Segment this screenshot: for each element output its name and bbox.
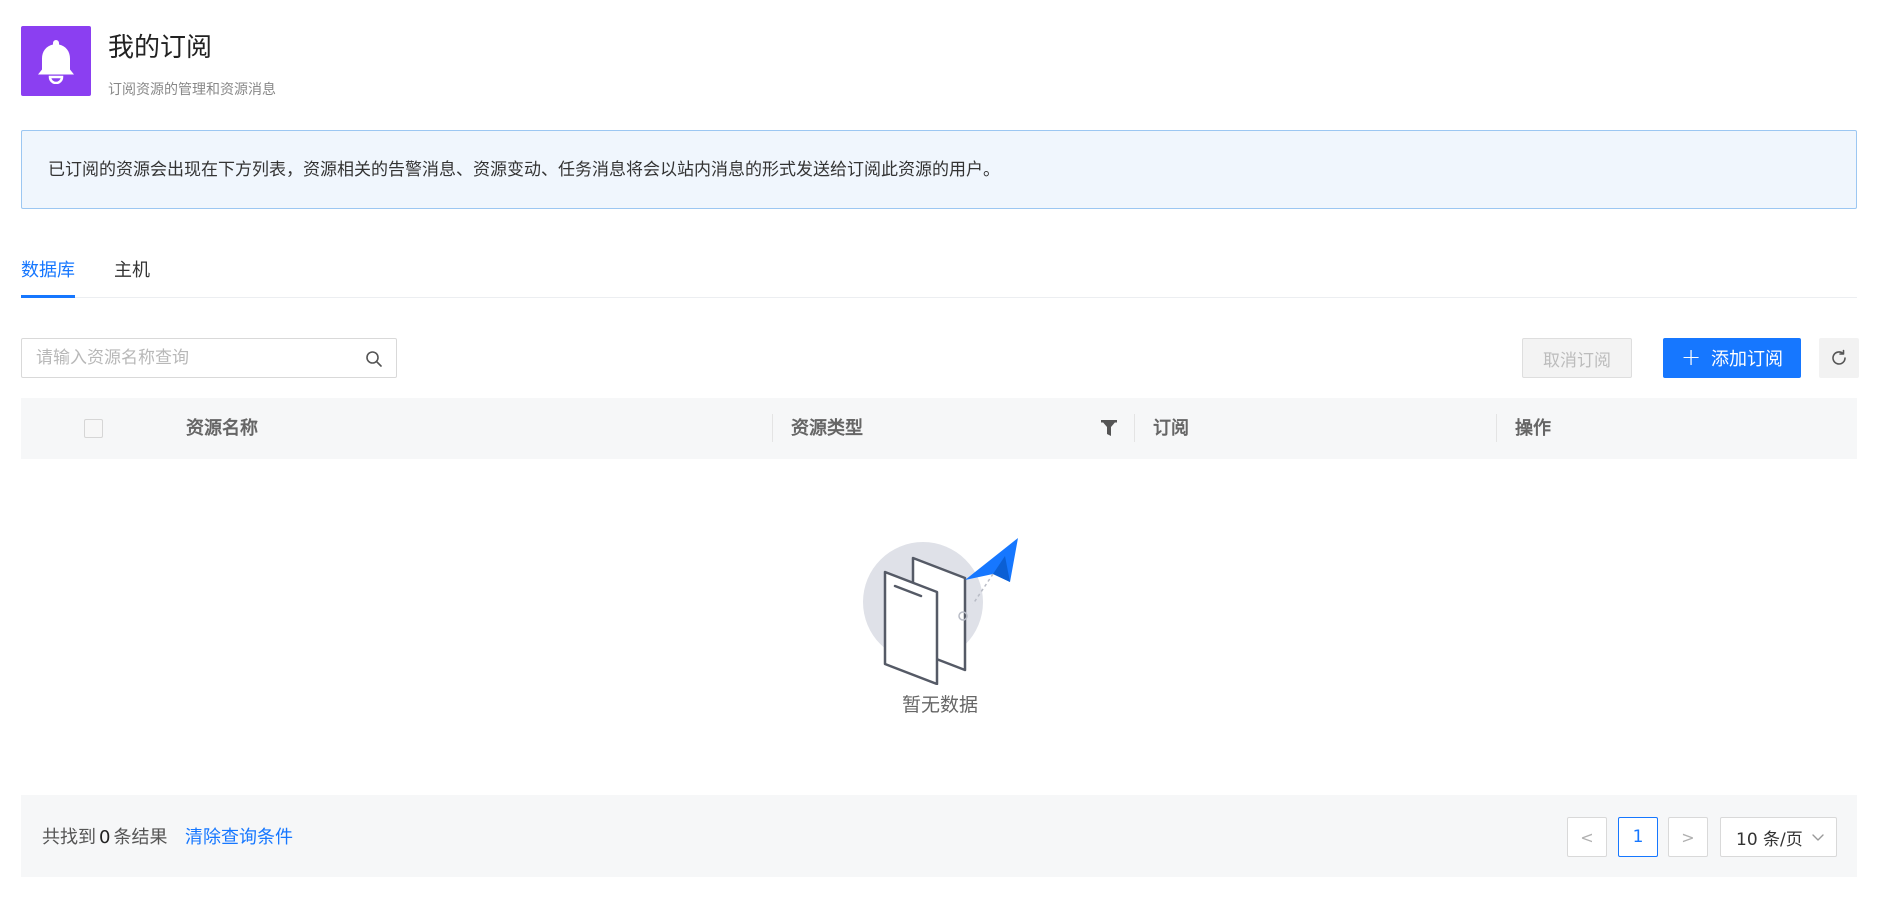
unsubscribe-button[interactable]: 取消订阅 [1522, 338, 1632, 378]
column-divider [1496, 414, 1497, 442]
search-input[interactable] [22, 339, 342, 377]
select-all-checkbox[interactable] [84, 419, 103, 438]
page-title: 我的订阅 [108, 33, 213, 63]
prev-page-button[interactable]: < [1567, 817, 1607, 857]
column-divider [772, 414, 773, 442]
plus-icon: + [1680, 342, 1702, 371]
result-count-prefix: 共找到 [42, 827, 96, 848]
empty-state-text: 暂无数据 [901, 694, 978, 716]
clear-filters-link[interactable]: 清除查询条件 [185, 823, 293, 849]
add-subscription-label: 添加订阅 [1711, 349, 1784, 370]
column-subscription: 订阅 [1153, 418, 1189, 439]
page-size-value: 10 条/页 [1736, 829, 1803, 850]
chevron-right-icon: > [1681, 827, 1695, 847]
result-count-value: 0 [99, 827, 111, 848]
filter-icon[interactable] [1101, 420, 1117, 437]
tab-bar: 数据库 主机 [21, 250, 1857, 298]
result-count-suffix: 条结果 [113, 827, 168, 848]
refresh-icon [1832, 349, 1846, 365]
chevron-down-icon [1812, 834, 1824, 841]
empty-state-illustration [863, 538, 1018, 685]
page-size-select[interactable]: 10 条/页 [1720, 817, 1837, 857]
subscription-page: 我的订阅 订阅资源的管理和资源消息 已订阅的资源会出现在下方列表，资源相关的告警… [0, 0, 1878, 899]
result-count: 共找到 0 条结果 [42, 823, 167, 849]
info-notice: 已订阅的资源会出现在下方列表，资源相关的告警消息、资源变动、任务消息将会以站内消… [21, 130, 1857, 209]
column-resource-type: 资源类型 [791, 418, 863, 439]
column-actions: 操作 [1515, 418, 1551, 439]
chevron-left-icon: < [1580, 827, 1594, 847]
bell-icon [21, 26, 91, 96]
column-resource-name: 资源名称 [186, 418, 258, 439]
refresh-button[interactable] [1819, 338, 1859, 378]
table-footer: 共找到 0 条结果 清除查询条件 < 1 > 10 条/页 [21, 795, 1857, 877]
tab-database[interactable]: 数据库 [21, 256, 75, 282]
page-number-current[interactable]: 1 [1618, 817, 1658, 857]
active-tab-indicator [21, 295, 75, 298]
add-subscription-button[interactable]: + 添加订阅 [1663, 338, 1801, 378]
page-subtitle: 订阅资源的管理和资源消息 [108, 82, 276, 98]
tab-host[interactable]: 主机 [114, 256, 150, 282]
search-icon[interactable] [365, 350, 383, 368]
table-header: 资源名称 资源类型 订阅 操作 [21, 398, 1857, 459]
search-box [21, 338, 397, 378]
column-divider [1134, 414, 1135, 442]
next-page-button[interactable]: > [1668, 817, 1708, 857]
